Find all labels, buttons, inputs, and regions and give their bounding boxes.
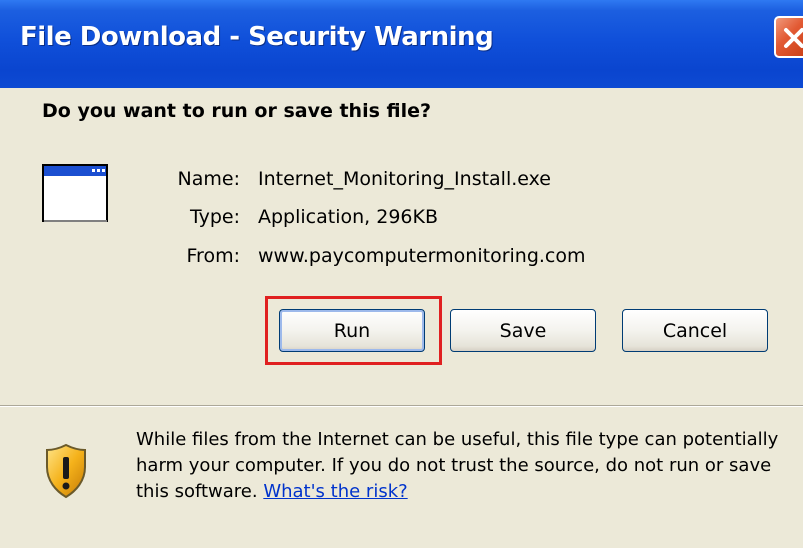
field-label-from: From: [186, 245, 240, 267]
close-icon [784, 28, 803, 48]
title-bar[interactable]: File Download - Security Warning [0, 0, 803, 88]
save-button[interactable]: Save [450, 309, 596, 352]
question-heading: Do you want to run or save this file? [42, 100, 432, 122]
warning-message: While files from the Internet can be use… [136, 429, 779, 502]
shield-warning-icon [46, 443, 86, 499]
security-warning-text: While files from the Internet can be use… [136, 427, 796, 505]
run-highlight-box [265, 296, 442, 365]
field-label-type: Type: [189, 206, 240, 228]
field-type-row: Type: Application, 296KB [0, 206, 803, 232]
field-name-row: Name: Internet_Monitoring_Install.exe [0, 168, 803, 194]
window-title: File Download - Security Warning [20, 22, 494, 52]
field-value-name: Internet_Monitoring_Install.exe [258, 168, 551, 190]
field-label-name: Name: [177, 168, 240, 190]
field-value-type: Application, 296KB [258, 206, 438, 228]
field-value-from: www.paycomputermonitoring.com [258, 245, 586, 267]
field-from-row: From: www.paycomputermonitoring.com [0, 245, 803, 271]
separator [0, 405, 803, 407]
cancel-button[interactable]: Cancel [622, 309, 768, 352]
close-button[interactable] [774, 16, 803, 58]
whats-the-risk-link[interactable]: What's the risk? [263, 481, 407, 502]
